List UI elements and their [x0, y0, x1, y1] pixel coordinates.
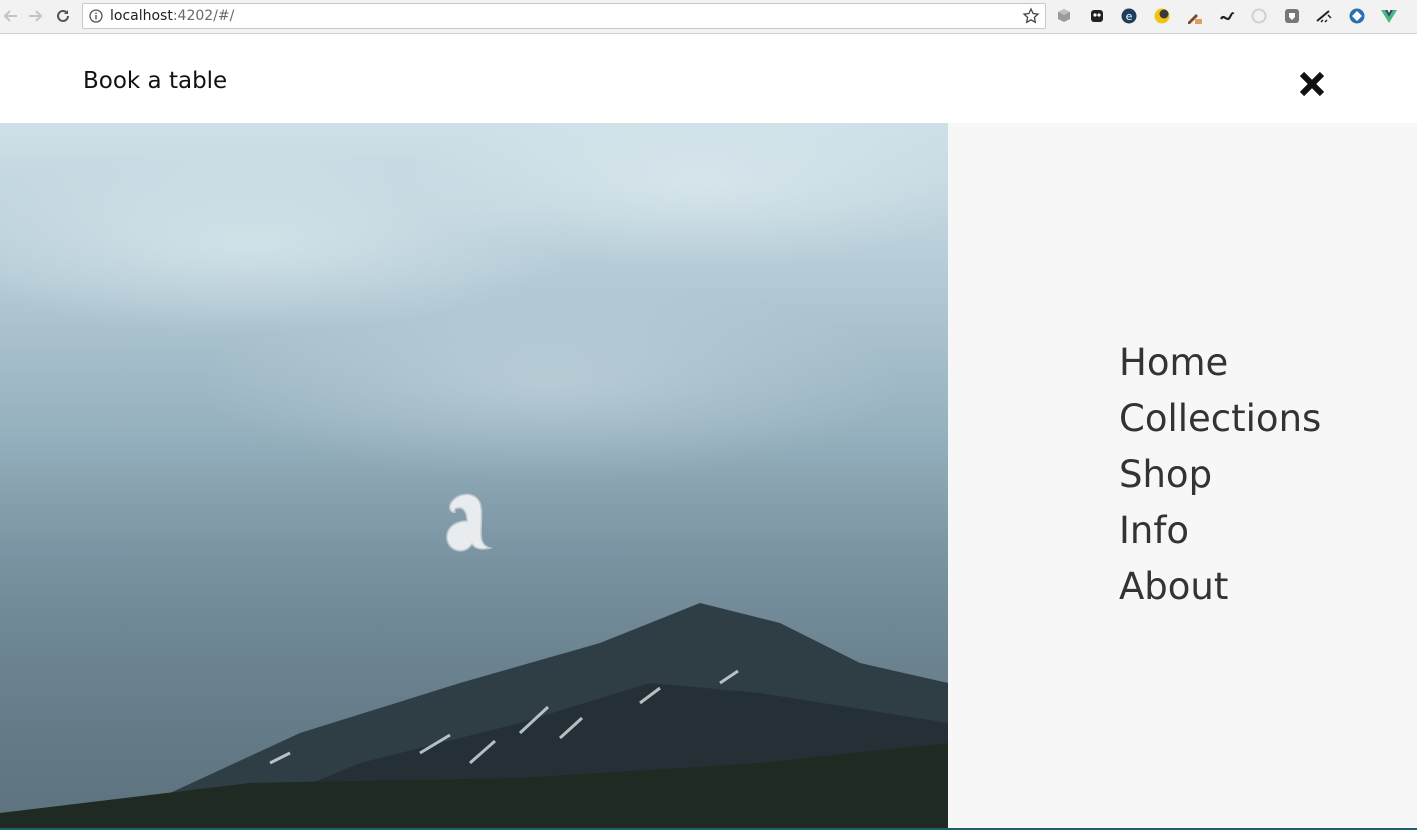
logo-icon	[446, 493, 493, 552]
eyedropper-icon[interactable]	[1184, 6, 1204, 26]
ghost-icon[interactable]	[1087, 6, 1107, 26]
menu-list: Home Collections Shop Info About	[1119, 340, 1321, 620]
ruler-icon[interactable]	[1314, 6, 1334, 26]
snake-icon[interactable]	[1217, 6, 1237, 26]
circle-icon[interactable]	[1249, 6, 1269, 26]
book-a-table-link[interactable]: Book a table	[83, 68, 227, 94]
info-icon[interactable]	[89, 9, 103, 23]
close-menu-button[interactable]	[1298, 70, 1326, 98]
svg-text:e: e	[1126, 10, 1133, 23]
site-header: Book a table	[0, 35, 1417, 123]
menu-item-about[interactable]: About	[1119, 564, 1321, 620]
forward-arrow-icon[interactable]	[24, 5, 46, 27]
menu-item-info[interactable]: Info	[1119, 508, 1321, 564]
url-path: :4202/#/	[172, 8, 235, 24]
hero-image	[0, 123, 948, 830]
url-text[interactable]: localhost:4202/#/	[110, 8, 234, 24]
menu-item-home[interactable]: Home	[1119, 340, 1321, 396]
close-x-icon	[1299, 71, 1325, 97]
e-icon[interactable]: e	[1119, 6, 1139, 26]
menu-item-shop[interactable]: Shop	[1119, 452, 1321, 508]
back-arrow-icon[interactable]	[0, 5, 22, 27]
url-host: localhost	[110, 8, 173, 24]
bookmark-star-icon[interactable]	[1022, 7, 1040, 25]
browser-toolbar: localhost:4202/#/ e	[0, 0, 1417, 34]
vue-icon[interactable]	[1379, 6, 1399, 26]
extensions-bar: e	[1054, 6, 1412, 26]
address-bar[interactable]: localhost:4202/#/	[82, 3, 1046, 29]
reload-icon[interactable]	[52, 5, 74, 27]
shield-icon[interactable]	[1282, 6, 1302, 26]
mountain-landscape-image	[0, 123, 948, 830]
diamond-icon[interactable]	[1347, 6, 1367, 26]
menu-item-collections[interactable]: Collections	[1119, 396, 1321, 452]
menu-panel: Home Collections Shop Info About	[948, 123, 1417, 830]
cube-icon[interactable]	[1054, 6, 1074, 26]
moon-icon[interactable]	[1152, 6, 1172, 26]
